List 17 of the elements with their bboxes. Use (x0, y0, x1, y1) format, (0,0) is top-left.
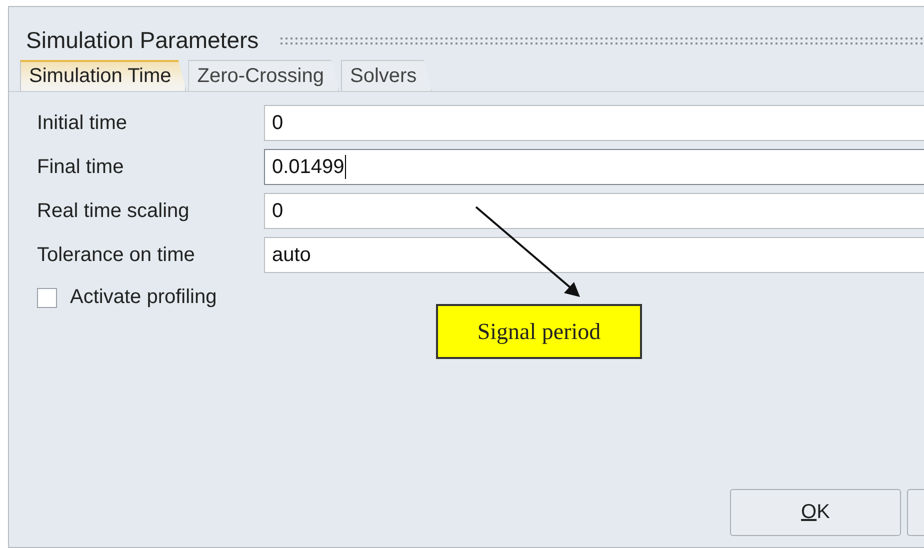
checkbox-label[interactable]: Activate profiling (70, 286, 217, 309)
field-label: Real time scaling (37, 200, 190, 222)
tab[interactable]: Solvers (340, 60, 432, 91)
dialog-title: Simulation Parameters (26, 27, 259, 54)
input-field[interactable]: auto (264, 237, 924, 273)
input-field[interactable]: 0 (264, 193, 924, 229)
tab[interactable]: Zero-Crossing (188, 60, 339, 91)
tab[interactable]: Simulation Time (20, 60, 186, 91)
grip-handle[interactable] (278, 36, 924, 45)
field-label: Final time (37, 156, 125, 178)
ok-button[interactable]: OK (730, 489, 901, 536)
field-label: Initial time (37, 112, 128, 134)
field-label: Tolerance on time (37, 244, 196, 266)
annotation-callout: Signal period (436, 304, 642, 359)
input-field[interactable]: 0.01499 (264, 149, 924, 185)
checkbox[interactable] (37, 288, 57, 308)
input-field[interactable]: 0 (264, 105, 924, 141)
